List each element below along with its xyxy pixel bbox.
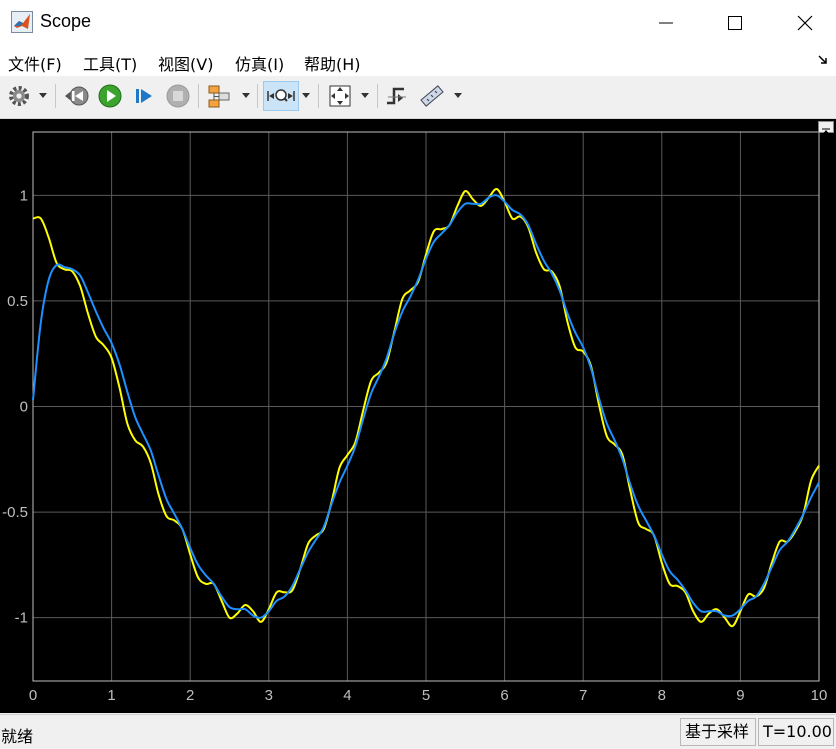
y-tick-label: 0 (20, 399, 28, 416)
toolbar-separator (377, 84, 378, 108)
measure-dropdown[interactable] (452, 81, 464, 111)
run-icon (98, 84, 122, 108)
zoom-icon (267, 89, 295, 102)
step-back-button[interactable] (62, 81, 92, 111)
chevron-down-icon (39, 93, 47, 98)
x-tick-label: 10 (811, 687, 828, 704)
x-tick-label: 0 (29, 687, 37, 704)
stop-icon (166, 84, 190, 108)
chevron-down-icon (302, 93, 310, 98)
undock-axes-button[interactable] (818, 121, 834, 135)
x-tick-label: 5 (422, 687, 430, 704)
run-button[interactable] (95, 81, 125, 111)
toolbar-separator (257, 84, 258, 108)
x-tick-label: 2 (186, 687, 194, 704)
close-button[interactable] (782, 0, 828, 45)
chevron-down-icon (242, 93, 250, 98)
settings-button[interactable] (4, 81, 34, 111)
y-tick-label: 1 (20, 187, 28, 204)
status-bar: 就绪 基于采样 T=10.000 (0, 714, 836, 749)
measure-button[interactable] (417, 81, 447, 111)
settings-dropdown[interactable] (37, 81, 49, 111)
menu-tools[interactable]: 工具(T) (83, 51, 137, 75)
toolbar-separator (318, 84, 319, 108)
step-back-icon (65, 86, 89, 106)
zoom-button[interactable] (263, 81, 299, 111)
triggers-button[interactable] (382, 81, 412, 111)
menu-simulation[interactable]: 仿真(I) (235, 51, 284, 75)
menu-help[interactable]: 帮助(H) (304, 51, 361, 75)
measure-icon (420, 85, 444, 107)
title-bar: Scope (0, 0, 836, 45)
maximize-icon (728, 15, 742, 30)
minimize-icon (659, 22, 673, 23)
autoscale-dropdown[interactable] (359, 81, 371, 111)
step-forward-icon (136, 89, 152, 103)
step-forward-button[interactable] (129, 81, 159, 111)
y-tick-label: -1 (15, 610, 28, 627)
triggers-icon (387, 87, 406, 105)
window-title: Scope (40, 11, 92, 31)
autoscale-icon (329, 85, 351, 107)
autoscale-button[interactable] (325, 81, 355, 111)
x-tick-label: 9 (736, 687, 744, 704)
matlab-logo-icon (11, 11, 33, 33)
menu-view[interactable]: 视图(V) (158, 51, 213, 75)
status-mode: 基于采样 (680, 718, 756, 746)
x-tick-label: 6 (500, 687, 508, 704)
signal-highlight-button[interactable] (205, 81, 235, 111)
x-tick-label: 8 (658, 687, 666, 704)
plot-area[interactable]: 0 1 2 3 4 5 6 7 8 9 10 -1 -0.5 0 0.5 1 (0, 119, 836, 713)
y-tick-label: -0.5 (2, 504, 28, 521)
dock-arrow-icon[interactable] (816, 53, 830, 67)
x-tick-label: 1 (107, 687, 115, 704)
y-tick-label: 0.5 (7, 293, 28, 310)
minimize-button[interactable] (643, 0, 689, 45)
menu-file[interactable]: 文件(F) (8, 51, 62, 75)
close-icon (797, 15, 813, 30)
status-time: T=10.000 (758, 718, 834, 746)
expand-icon (822, 128, 830, 135)
x-tick-label: 7 (579, 687, 587, 704)
chevron-down-icon (361, 93, 369, 98)
maximize-button[interactable] (712, 0, 758, 45)
gear-icon (9, 86, 29, 106)
x-tick-label: 3 (265, 687, 273, 704)
signal-highlight-dropdown[interactable] (240, 81, 252, 111)
zoom-dropdown[interactable] (300, 81, 312, 111)
status-ready: 就绪 (1, 727, 34, 746)
menu-bar: 文件(F) 工具(T) 视图(V) 仿真(I) 帮助(H) (0, 45, 836, 76)
signal-highlight-icon (208, 85, 230, 108)
chevron-down-icon (454, 93, 462, 98)
scope-chart[interactable]: 0 1 2 3 4 5 6 7 8 9 10 -1 -0.5 0 0.5 1 (0, 119, 836, 713)
stop-button[interactable] (163, 81, 193, 111)
x-tick-label: 4 (343, 687, 351, 704)
toolbar (0, 76, 836, 119)
toolbar-separator (55, 84, 56, 108)
toolbar-separator (198, 84, 199, 108)
